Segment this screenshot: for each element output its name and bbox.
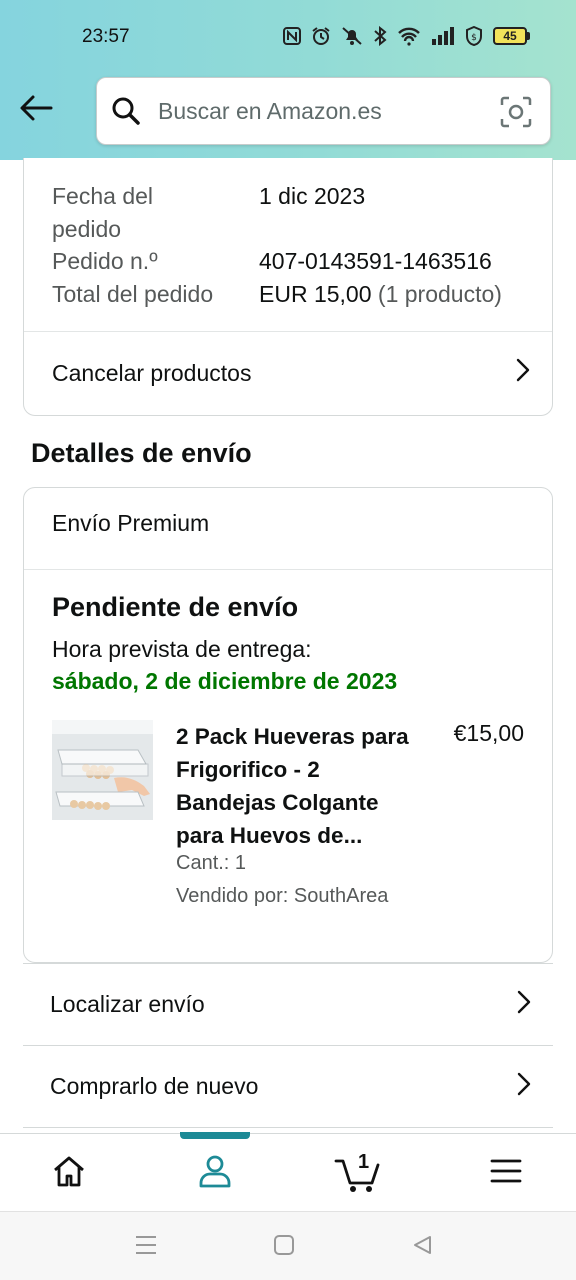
signal-icon xyxy=(431,27,455,45)
home-square-icon xyxy=(273,1234,295,1261)
nav-account[interactable] xyxy=(179,1134,251,1212)
arrow-left-icon xyxy=(19,94,53,127)
chevron-right-icon xyxy=(517,990,531,1020)
alarm-icon xyxy=(311,26,331,46)
order-total-amount: EUR 15,00 xyxy=(259,281,372,307)
chevron-right-icon xyxy=(516,358,530,388)
product-price: €15,00 xyxy=(453,720,524,746)
cart-count: 1 xyxy=(358,1151,370,1173)
system-nav xyxy=(0,1211,576,1280)
back-triangle-icon xyxy=(411,1234,433,1261)
delivery-eta-label: Hora prevista de entrega: xyxy=(52,636,312,662)
shipping-section-title: Detalles de envío xyxy=(31,438,252,468)
account-icon xyxy=(198,1154,232,1193)
product-image[interactable] xyxy=(52,720,153,820)
bottom-nav: 1 xyxy=(0,1132,576,1212)
search-icon xyxy=(111,96,141,131)
nav-cart[interactable]: 1 xyxy=(322,1134,394,1212)
product-seller: Vendido por: SouthArea xyxy=(176,885,389,907)
back-button[interactable] xyxy=(14,88,58,132)
home-button[interactable] xyxy=(270,1233,298,1261)
order-summary-card: Fecha del pedido 1 dic 2023 Pedido n.º 4… xyxy=(23,158,553,416)
camera-scan-icon[interactable] xyxy=(500,96,532,133)
order-total-value: EUR 15,00 (1 producto) xyxy=(259,278,502,311)
nfc-icon xyxy=(283,27,301,45)
track-shipment-label: Localizar envío xyxy=(50,991,205,1017)
status-icons: $ 45 xyxy=(283,26,530,46)
status-bar: 23:57 $ 45 xyxy=(0,22,576,56)
chevron-right-icon xyxy=(517,1072,531,1102)
cancel-products-link[interactable]: Cancelar productos xyxy=(24,332,552,414)
shipment-card: Envío Premium Pendiente de envío Hora pr… xyxy=(23,487,553,963)
battery-level: 45 xyxy=(493,27,527,45)
order-total-label: Total del pedido xyxy=(52,281,214,307)
nav-home[interactable] xyxy=(33,1134,105,1212)
silent-icon xyxy=(341,26,363,46)
search-placeholder: Buscar en Amazon.es xyxy=(158,98,382,124)
order-total-items: (1 producto) xyxy=(377,281,502,307)
order-number-value: 407-0143591-1463516 xyxy=(259,248,492,274)
top-bar: 23:57 $ 45 Buscar en Amazon.es xyxy=(0,0,576,160)
product-title[interactable]: 2 Pack Hueveras para Frigorifico - 2 Ban… xyxy=(176,720,416,852)
wifi-icon xyxy=(397,26,421,46)
recent-apps-icon xyxy=(134,1234,158,1261)
system-back-button[interactable] xyxy=(408,1233,436,1261)
order-date-label: Fecha del pedido xyxy=(52,183,154,242)
product-quantity: Cant.: 1 xyxy=(176,852,247,874)
home-icon xyxy=(52,1155,86,1192)
divider xyxy=(24,569,552,570)
delivery-eta-date: sábado, 2 de diciembre de 2023 xyxy=(52,668,398,694)
shipping-type: Envío Premium xyxy=(52,510,210,536)
buy-again-label: Comprarlo de nuevo xyxy=(50,1073,259,1099)
order-date-value: 1 dic 2023 xyxy=(259,183,366,209)
bluetooth-icon xyxy=(373,26,387,46)
buy-again-link[interactable]: Comprarlo de nuevo xyxy=(23,1045,553,1127)
cart-icon: 1 xyxy=(334,1151,382,1193)
status-time: 23:57 xyxy=(82,26,130,47)
svg-text:$: $ xyxy=(471,33,477,43)
vpn-shield-icon: $ xyxy=(465,26,483,46)
shipping-status: Pendiente de envío xyxy=(52,592,299,622)
cancel-products-label: Cancelar productos xyxy=(52,359,252,386)
track-shipment-link[interactable]: Localizar envío xyxy=(23,963,553,1045)
battery-icon: 45 xyxy=(493,27,530,45)
recent-apps-button[interactable] xyxy=(132,1233,160,1261)
order-number-label: Pedido n.º xyxy=(52,248,158,274)
menu-icon xyxy=(490,1158,522,1189)
search-input[interactable]: Buscar en Amazon.es xyxy=(96,77,551,145)
nav-menu[interactable] xyxy=(470,1134,542,1212)
